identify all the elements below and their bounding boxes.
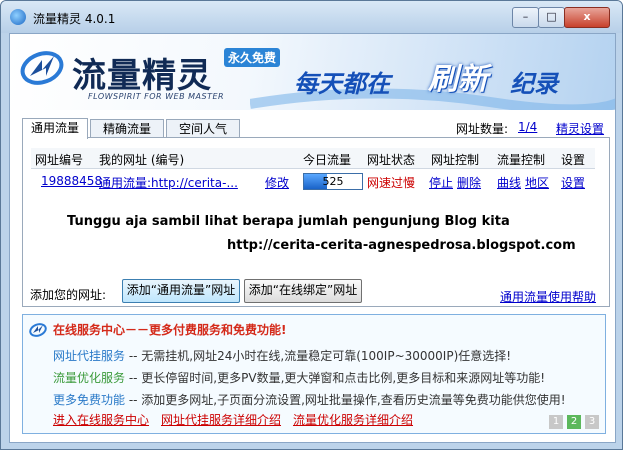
window-title: 流量精灵 4.0.1 bbox=[33, 12, 116, 26]
flow-spirit-logo-icon bbox=[20, 51, 64, 85]
tab-precise-traffic[interactable]: 精确流量 bbox=[90, 119, 164, 138]
tab-general-traffic[interactable]: 通用流量 bbox=[22, 118, 88, 139]
main-window: 流量精灵 4.0.1 – □ x 流量精灵 永久免费 FLOWSPIRIT FO… bbox=[0, 0, 623, 450]
url-count-label: 网址数量: bbox=[456, 122, 509, 136]
status-text: 网速过慢 bbox=[367, 176, 416, 190]
col-url-control: 网址控制 bbox=[431, 153, 480, 167]
col-url-status: 网址状态 bbox=[367, 153, 416, 167]
col-traffic-control: 流量控制 bbox=[497, 153, 546, 167]
col-url-id: 网址编号 bbox=[35, 153, 84, 167]
free-badge: 永久免费 bbox=[224, 48, 281, 67]
delete-link[interactable]: 删除 bbox=[457, 174, 481, 191]
hosting-detail-link[interactable]: 网址代挂服务详细介绍 bbox=[161, 411, 281, 428]
service-key-hosting[interactable]: 网址代挂服务 bbox=[53, 349, 125, 363]
region-link[interactable]: 地区 bbox=[525, 174, 549, 191]
slogan-part2: 刷新 bbox=[428, 62, 488, 97]
url-count-link[interactable]: 1/4 bbox=[518, 120, 537, 134]
online-service-panel: 在线服务中心－－更多付费服务和免费功能! 网址代挂服务 -- 无需挂机,网址24… bbox=[22, 314, 606, 434]
service-line-optimize: 流量优化服务 -- 更长停留时间,更多PV数量,更大弹窗和点击比例,更多目标和来… bbox=[53, 369, 545, 386]
service-title: 在线服务中心－－更多付费服务和免费功能! bbox=[53, 323, 287, 337]
enter-service-center-link[interactable]: 进入在线服务中心 bbox=[53, 411, 149, 428]
table-header: 网址编号 我的网址 (编号) 今日流量 网址状态 网址控制 流量控制 设置 bbox=[31, 148, 595, 169]
banner: 流量精灵 永久免费 FLOWSPIRIT FOR WEB MASTER 每天都在… bbox=[10, 34, 615, 110]
tab-space-popularity[interactable]: 空间人气 bbox=[166, 119, 240, 138]
col-today-traffic: 今日流量 bbox=[303, 153, 352, 167]
table-row[interactable]: 19888458 通用流量:http://cerita-... 修改 525 网… bbox=[31, 172, 595, 192]
service-key-optimize[interactable]: 流量优化服务 bbox=[53, 371, 125, 385]
optimize-detail-link[interactable]: 流量优化服务详细介绍 bbox=[293, 411, 413, 428]
overlay-note-line2: http://cerita-cerita-agnespedrosa.blogsp… bbox=[227, 238, 576, 253]
url-link[interactable]: 通用流量:http://cerita-... bbox=[99, 174, 238, 191]
edit-link[interactable]: 修改 bbox=[265, 174, 289, 191]
title-bar[interactable]: 流量精灵 4.0.1 – □ x bbox=[1, 1, 622, 33]
service-desc-free: -- 添加更多网址,子页面分流设置,网址批量操作,查看历史流量等免费功能供您使用… bbox=[125, 393, 566, 407]
service-desc-hosting: -- 无需挂机,网址24小时在线,流量稳定可靠(100IP~30000IP)任意… bbox=[125, 349, 512, 363]
spirit-settings-link[interactable]: 精灵设置 bbox=[556, 120, 604, 137]
add-online-bind-button[interactable]: 添加“在线绑定”网址 bbox=[244, 279, 362, 303]
page-1-button[interactable]: 1 bbox=[549, 415, 563, 429]
add-general-traffic-button[interactable]: 添加“通用流量”网址 bbox=[122, 279, 240, 303]
page-3-button[interactable]: 3 bbox=[585, 415, 599, 429]
general-traffic-help-link[interactable]: 通用流量使用帮助 bbox=[500, 288, 596, 305]
service-logo-icon bbox=[29, 323, 47, 337]
col-my-url: 我的网址 (编号) bbox=[99, 153, 185, 167]
row-settings-link[interactable]: 设置 bbox=[561, 174, 585, 191]
slogan-part3: 纪录 bbox=[510, 70, 558, 98]
app-logo-icon bbox=[10, 9, 26, 25]
overlay-note-line1: Tunggu aja sambil lihat berapa jumlah pe… bbox=[67, 214, 510, 229]
logo-subtitle: FLOWSPIRIT FOR WEB MASTER bbox=[88, 92, 225, 101]
client-area: 流量精灵 永久免费 FLOWSPIRIT FOR WEB MASTER 每天都在… bbox=[9, 33, 616, 443]
col-settings: 设置 bbox=[561, 153, 586, 167]
traffic-bar: 525 bbox=[303, 173, 363, 190]
service-desc-optimize: -- 更长停留时间,更多PV数量,更大弹窗和点击比例,更多目标和来源网址等功能! bbox=[125, 371, 546, 385]
close-button[interactable]: x bbox=[564, 7, 610, 28]
service-line-free: 更多免费功能 -- 添加更多网址,子页面分流设置,网址批量操作,查看历史流量等免… bbox=[53, 391, 566, 408]
page-2-button[interactable]: 2 bbox=[567, 415, 581, 429]
stop-link[interactable]: 停止 bbox=[429, 174, 453, 191]
maximize-button[interactable]: □ bbox=[538, 7, 565, 28]
logo-text: 流量精灵 bbox=[72, 56, 212, 96]
minimize-button[interactable]: – bbox=[512, 7, 539, 28]
service-key-free[interactable]: 更多免费功能 bbox=[53, 393, 125, 407]
url-id-link[interactable]: 19888458 bbox=[41, 174, 102, 188]
curve-link[interactable]: 曲线 bbox=[497, 174, 521, 191]
add-url-label: 添加您的网址: bbox=[30, 288, 107, 302]
traffic-value: 525 bbox=[322, 175, 344, 188]
slogan-part1: 每天都在 bbox=[294, 70, 390, 98]
service-line-hosting: 网址代挂服务 -- 无需挂机,网址24小时在线,流量稳定可靠(100IP~300… bbox=[53, 347, 511, 364]
